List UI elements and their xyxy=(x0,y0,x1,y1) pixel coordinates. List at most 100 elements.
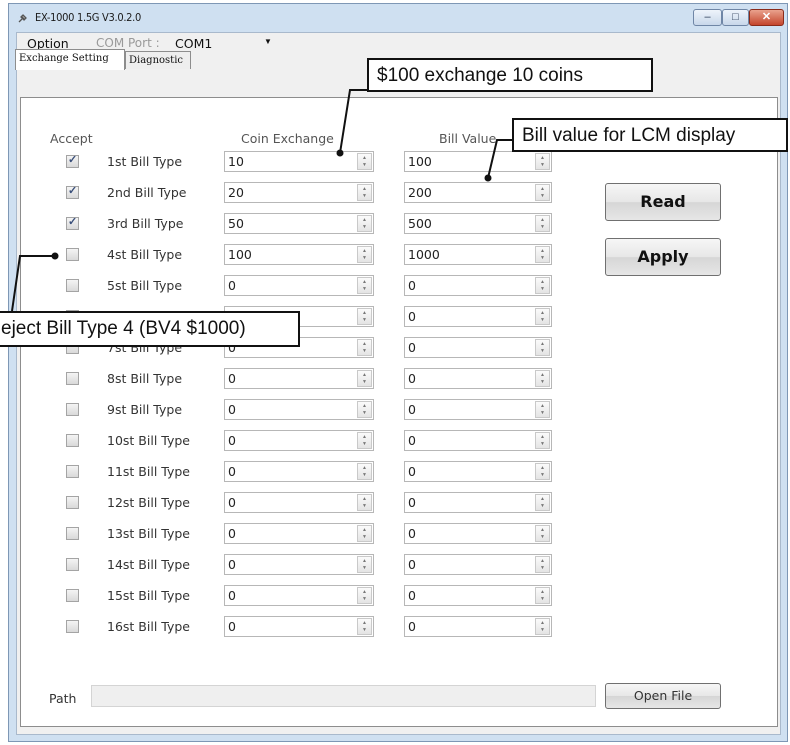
read-button[interactable]: Read xyxy=(605,183,721,221)
spin-down-icon: ▼ xyxy=(540,348,545,354)
close-button[interactable]: ✕ xyxy=(749,9,784,26)
spin-buttons[interactable]: ▲ ▼ xyxy=(535,184,550,201)
spin-buttons[interactable]: ▲ ▼ xyxy=(535,401,550,418)
bill-value-spinner[interactable]: 200 ▲ ▼ xyxy=(404,182,552,203)
spin-down-icon: ▼ xyxy=(540,534,545,540)
bill-value-spinner[interactable]: 1000 ▲ ▼ xyxy=(404,244,552,265)
maximize-button[interactable]: □ xyxy=(722,9,749,26)
coin-exchange-spinner[interactable]: 0 ▲▼ xyxy=(224,399,374,420)
tab-diagnostic[interactable]: Diagnostic xyxy=(125,51,191,69)
accept-checkbox[interactable] xyxy=(66,589,79,602)
spin-buttons[interactable]: ▲ ▼ xyxy=(535,556,550,573)
spin-buttons[interactable]: ▲ ▼ xyxy=(357,370,372,387)
coin-exchange-spinner[interactable]: 0 ▲▼ xyxy=(224,523,374,544)
accept-checkbox[interactable] xyxy=(66,558,79,571)
spin-buttons[interactable]: ▲ ▼ xyxy=(357,494,372,511)
spin-buttons[interactable]: ▲ ▼ xyxy=(535,153,550,170)
bill-value-spinner[interactable]: 0 ▲ ▼ xyxy=(404,492,552,513)
bill-value-spinner[interactable]: 0 ▲ ▼ xyxy=(404,368,552,389)
bill-type-label: 1st Bill Type xyxy=(107,154,183,169)
bill-value-spinner[interactable]: 0 ▲ ▼ xyxy=(404,399,552,420)
bill-value-spinner[interactable]: 0 ▲ ▼ xyxy=(404,461,552,482)
spin-buttons[interactable]: ▲ ▼ xyxy=(535,587,550,604)
spin-buttons[interactable]: ▲ ▼ xyxy=(535,463,550,480)
check-icon: ✓ xyxy=(68,185,78,197)
accept-checkbox[interactable] xyxy=(66,496,79,509)
spin-buttons[interactable]: ▲ ▼ xyxy=(357,556,372,573)
accept-checkbox[interactable] xyxy=(66,403,79,416)
spin-buttons[interactable]: ▲ ▼ xyxy=(535,618,550,635)
bill-value-spinner[interactable]: 0 ▲ ▼ xyxy=(404,306,552,327)
apply-button[interactable]: Apply xyxy=(605,238,721,276)
bill-type-row: 10st Bill Type 0 ▲ ▼ 0 ▲ ▼ xyxy=(21,430,581,454)
spin-buttons[interactable]: ▲ ▼ xyxy=(357,401,372,418)
coin-exchange-spinner[interactable]: 50 ▲ ▼ xyxy=(224,213,374,234)
minimize-button[interactable]: – xyxy=(693,9,722,26)
spin-buttons[interactable]: ▲ ▼ xyxy=(357,153,372,170)
spin-buttons[interactable]: ▲ ▼ xyxy=(535,277,550,294)
coin-exchange-spinner[interactable]: 0 ▲▼ xyxy=(224,554,374,575)
spin-buttons[interactable]: ▲ ▼ xyxy=(535,432,550,449)
bill-value-spinner[interactable]: 0 ▲ ▼ xyxy=(404,523,552,544)
spin-buttons[interactable]: ▲ ▼ xyxy=(535,525,550,542)
spin-down-icon: ▼ xyxy=(362,441,367,447)
bill-value-spinner[interactable]: 0 ▲ ▼ xyxy=(404,554,552,575)
coin-exchange-spinner[interactable]: 20 ▲ ▼ xyxy=(224,182,374,203)
spin-buttons[interactable]: ▲ ▼ xyxy=(357,587,372,604)
spin-buttons[interactable]: ▲ ▼ xyxy=(357,246,372,263)
accept-checkbox[interactable] xyxy=(66,620,79,633)
spin-buttons[interactable]: ▲ ▼ xyxy=(535,308,550,325)
coin-exchange-spinner[interactable]: 0 ▲▼ xyxy=(224,368,374,389)
coin-exchange-value: 0 xyxy=(228,464,236,479)
spin-buttons[interactable]: ▲ ▼ xyxy=(357,184,372,201)
spin-down-icon: ▼ xyxy=(540,224,545,230)
spin-buttons[interactable]: ▲ ▼ xyxy=(535,339,550,356)
accept-checkbox[interactable] xyxy=(66,465,79,478)
bill-value-spinner[interactable]: 0 ▲ ▼ xyxy=(404,275,552,296)
spin-buttons[interactable]: ▲ ▼ xyxy=(357,432,372,449)
path-input[interactable] xyxy=(91,685,596,707)
coin-exchange-spinner[interactable]: 0 ▲▼ xyxy=(224,275,374,296)
coin-exchange-spinner[interactable]: 100 ▲ ▼ xyxy=(224,244,374,265)
accept-checkbox[interactable]: ✓ xyxy=(66,216,79,230)
spin-buttons[interactable]: ▲ ▼ xyxy=(357,463,372,480)
bill-type-label: 5st Bill Type xyxy=(107,278,183,293)
coin-exchange-spinner[interactable]: 0 ▲▼ xyxy=(224,585,374,606)
accept-checkbox[interactable] xyxy=(66,279,79,292)
spin-buttons[interactable]: ▲ ▼ xyxy=(357,277,372,294)
coin-exchange-spinner[interactable]: 0 ▲▼ xyxy=(224,616,374,637)
spin-buttons[interactable]: ▲ ▼ xyxy=(535,370,550,387)
accept-checkbox[interactable] xyxy=(66,527,79,540)
tab-exchange-setting[interactable]: Exchange Setting xyxy=(15,49,125,70)
coin-exchange-spinner[interactable]: 0 ▲▼ xyxy=(224,461,374,482)
accept-checkbox[interactable]: ✓ xyxy=(66,154,79,168)
spin-buttons[interactable]: ▲ ▼ xyxy=(357,618,372,635)
bill-value-spinner[interactable]: 0 ▲ ▼ xyxy=(404,585,552,606)
bill-value-value: 0 xyxy=(408,371,416,386)
bill-type-row: 4st Bill Type 100 ▲ ▼ 1000 ▲ ▼ xyxy=(21,244,581,268)
accept-checkbox[interactable] xyxy=(66,434,79,447)
spin-buttons[interactable]: ▲ ▼ xyxy=(357,525,372,542)
coin-exchange-spinner[interactable]: 0 ▲▼ xyxy=(224,492,374,513)
accept-checkbox[interactable]: ✓ xyxy=(66,185,79,199)
bill-value-spinner[interactable]: 0 ▲ ▼ xyxy=(404,430,552,451)
spin-down-icon: ▼ xyxy=(540,410,545,416)
bill-value-spinner[interactable]: 0 ▲ ▼ xyxy=(404,616,552,637)
coin-exchange-spinner[interactable]: 10 ▲ ▼ xyxy=(224,151,374,172)
spin-buttons[interactable]: ▲ ▼ xyxy=(357,215,372,232)
bill-value-spinner[interactable]: 0 ▲ ▼ xyxy=(404,337,552,358)
spin-buttons[interactable]: ▲ ▼ xyxy=(535,246,550,263)
coin-exchange-spinner[interactable]: 0 ▲▼ xyxy=(224,430,374,451)
bill-value-spinner[interactable]: 100 ▲ ▼ xyxy=(404,151,552,172)
spin-buttons[interactable]: ▲ ▼ xyxy=(357,339,372,356)
spin-up-icon: ▲ xyxy=(540,341,545,347)
spin-buttons[interactable]: ▲ ▼ xyxy=(535,215,550,232)
spin-buttons[interactable]: ▲ ▼ xyxy=(535,494,550,511)
accept-checkbox[interactable] xyxy=(66,372,79,385)
accept-checkbox[interactable] xyxy=(66,248,79,261)
bill-value-spinner[interactable]: 500 ▲ ▼ xyxy=(404,213,552,234)
spin-up-icon: ▲ xyxy=(362,589,367,595)
open-file-button[interactable]: Open File xyxy=(605,683,721,709)
spin-up-icon: ▲ xyxy=(362,186,367,192)
spin-buttons[interactable]: ▲ ▼ xyxy=(357,308,372,325)
